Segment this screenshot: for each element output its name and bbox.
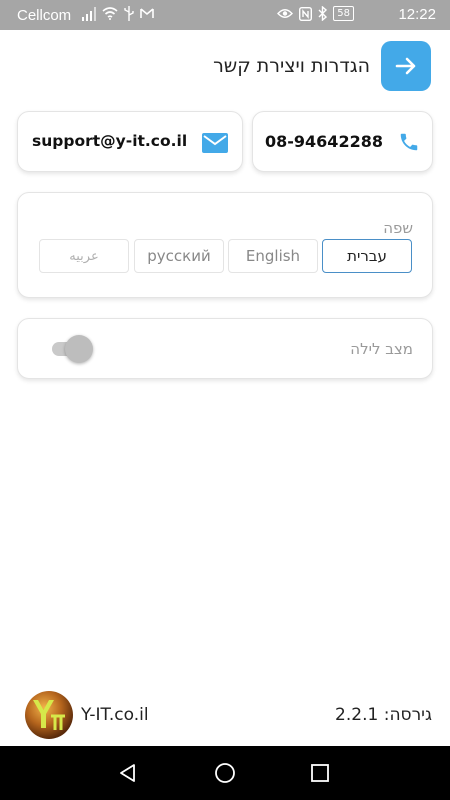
- y-it-logo: [25, 691, 73, 739]
- status-right-icons: 58: [277, 6, 354, 21]
- gmail-icon: [140, 8, 154, 18]
- carrier-name: Cellcom: [17, 7, 72, 24]
- wifi-icon: [102, 7, 118, 20]
- site-name: Y-IT.co.il: [81, 705, 149, 725]
- nfc-icon: [299, 6, 313, 21]
- nav-recents-button[interactable]: [307, 760, 333, 786]
- navigation-bar: [0, 746, 450, 800]
- clock: 12:22: [398, 6, 436, 23]
- night-mode-card: מצב לילה: [17, 318, 433, 379]
- bluetooth-icon: [318, 6, 328, 21]
- square-recents-icon: [311, 764, 329, 782]
- language-card: שפה עברית English русский عربيه: [17, 192, 433, 298]
- arrow-right-icon: [395, 57, 416, 75]
- back-button[interactable]: [381, 41, 431, 91]
- app-version: גירסה: 2.2.1: [335, 705, 432, 725]
- email-address: support@y-it.co.il: [32, 132, 188, 150]
- battery-indicator: 58: [333, 6, 354, 21]
- phone-contact-card[interactable]: 08-94642288: [252, 111, 433, 172]
- toggle-knob[interactable]: [65, 335, 93, 363]
- language-label: שפה: [383, 219, 413, 237]
- status-bar: Cellcom 58 12:22: [0, 0, 450, 30]
- circle-home-icon: [215, 763, 235, 783]
- phone-icon: [400, 133, 418, 151]
- language-option-arabic[interactable]: عربيه: [39, 239, 129, 273]
- usb-icon: [124, 6, 134, 21]
- language-option-russian[interactable]: русский: [134, 239, 224, 273]
- signal-icon: [82, 6, 96, 21]
- nav-home-button[interactable]: [212, 760, 238, 786]
- nav-back-button[interactable]: [115, 760, 141, 786]
- night-mode-label: מצב לילה: [350, 340, 413, 358]
- language-option-hebrew[interactable]: עברית: [322, 239, 412, 273]
- language-option-english[interactable]: English: [228, 239, 318, 273]
- email-contact-card[interactable]: support@y-it.co.il: [17, 111, 243, 172]
- page-title: הגדרות ויצירת קשר: [213, 55, 370, 77]
- phone-number: 08-94642288: [265, 132, 383, 151]
- eye-icon: [277, 9, 294, 18]
- mail-icon: [202, 133, 228, 153]
- triangle-back-icon: [120, 764, 135, 782]
- status-left-icons: [82, 6, 154, 21]
